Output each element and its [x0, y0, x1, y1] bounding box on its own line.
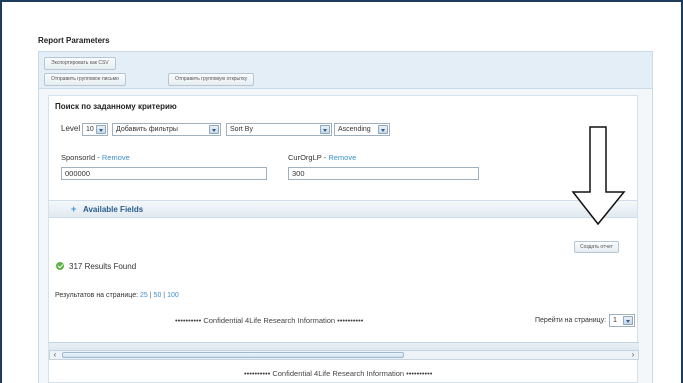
cur-org-lp-label: CurOrgLP - Remove — [288, 153, 357, 162]
separator: | — [149, 292, 152, 299]
sponsor-id-label: SponsorId - Remove — [61, 153, 130, 162]
per-page-50-link[interactable]: 50 — [154, 292, 162, 299]
sponsor-id-remove-link[interactable]: Remove — [102, 153, 130, 162]
plus-icon: + — [71, 204, 77, 214]
toolbar: Экспортировать как CSV Отправить группов… — [38, 51, 653, 89]
results-count: 317 Results Found — [69, 262, 137, 271]
cur-org-lp-input[interactable] — [288, 167, 479, 180]
goto-page-select[interactable]: 1 — [609, 314, 635, 327]
filters-select[interactable]: Добавить фильтры — [112, 123, 221, 136]
sponsor-id-name: SponsorId — [61, 153, 96, 162]
page-title: Report Parameters — [38, 36, 110, 45]
send-group-letter-button[interactable]: Отправить групповое письмо — [44, 73, 126, 86]
confidential-notice-top: •••••••••• Confidential 4Life Research I… — [175, 316, 364, 325]
available-fields-bar[interactable]: + Available Fields — [49, 200, 637, 218]
level-label: Level — [61, 124, 81, 133]
sort-by-select[interactable]: Sort By — [226, 123, 332, 136]
chevron-down-icon — [96, 125, 106, 134]
cur-org-lp-remove-link[interactable]: Remove — [328, 153, 356, 162]
chevron-down-icon — [623, 316, 633, 325]
sort-order-select-value: Ascending — [338, 126, 371, 133]
per-page-100-link[interactable]: 100 — [167, 292, 179, 299]
export-csv-button[interactable]: Экспортировать как CSV — [44, 57, 116, 70]
sponsor-id-input[interactable] — [61, 167, 267, 180]
scroll-left-icon[interactable]: ‹ — [50, 350, 60, 360]
available-fields-label: Available Fields — [83, 205, 144, 214]
down-arrow-icon — [571, 126, 626, 226]
horizontal-scrollbar[interactable]: ‹ › — [49, 350, 639, 360]
per-page-25-link[interactable]: 25 — [140, 292, 148, 299]
chevron-down-icon — [320, 125, 330, 134]
search-section: Поиск по заданному критерию Level 10 Доб… — [48, 95, 639, 383]
chevron-down-icon — [378, 125, 388, 134]
cur-org-lp-name: CurOrgLP — [288, 153, 322, 162]
level-select-value: 10 — [86, 126, 94, 133]
sort-by-select-value: Sort By — [230, 126, 253, 133]
sort-order-select[interactable]: Ascending — [334, 123, 390, 136]
level-select[interactable]: 10 — [82, 123, 108, 136]
search-heading: Поиск по заданному критерию — [55, 102, 177, 111]
filters-select-value: Добавить фильтры — [116, 126, 178, 133]
scroll-right-icon[interactable]: › — [628, 350, 638, 360]
results-per-page: Результатов на странице: 25 | 50 | 100 — [55, 292, 179, 299]
goto-page-label: Перейти на страницу: — [535, 317, 607, 324]
results-per-page-label: Результатов на странице: — [55, 292, 139, 299]
separator: | — [163, 292, 166, 299]
goto-page-value: 1 — [613, 317, 617, 324]
create-report-button[interactable]: Создать отчет — [574, 241, 619, 253]
check-circle-icon — [56, 262, 64, 270]
report-panel: Поиск по заданному критерию Level 10 Доб… — [38, 89, 653, 383]
chevron-down-icon — [209, 125, 219, 134]
send-group-postcard-button[interactable]: Отправить групповую открытку — [168, 73, 255, 86]
confidential-notice-bottom: •••••••••• Confidential 4Life Research I… — [244, 369, 433, 378]
scrollbar-thumb[interactable] — [62, 352, 404, 358]
